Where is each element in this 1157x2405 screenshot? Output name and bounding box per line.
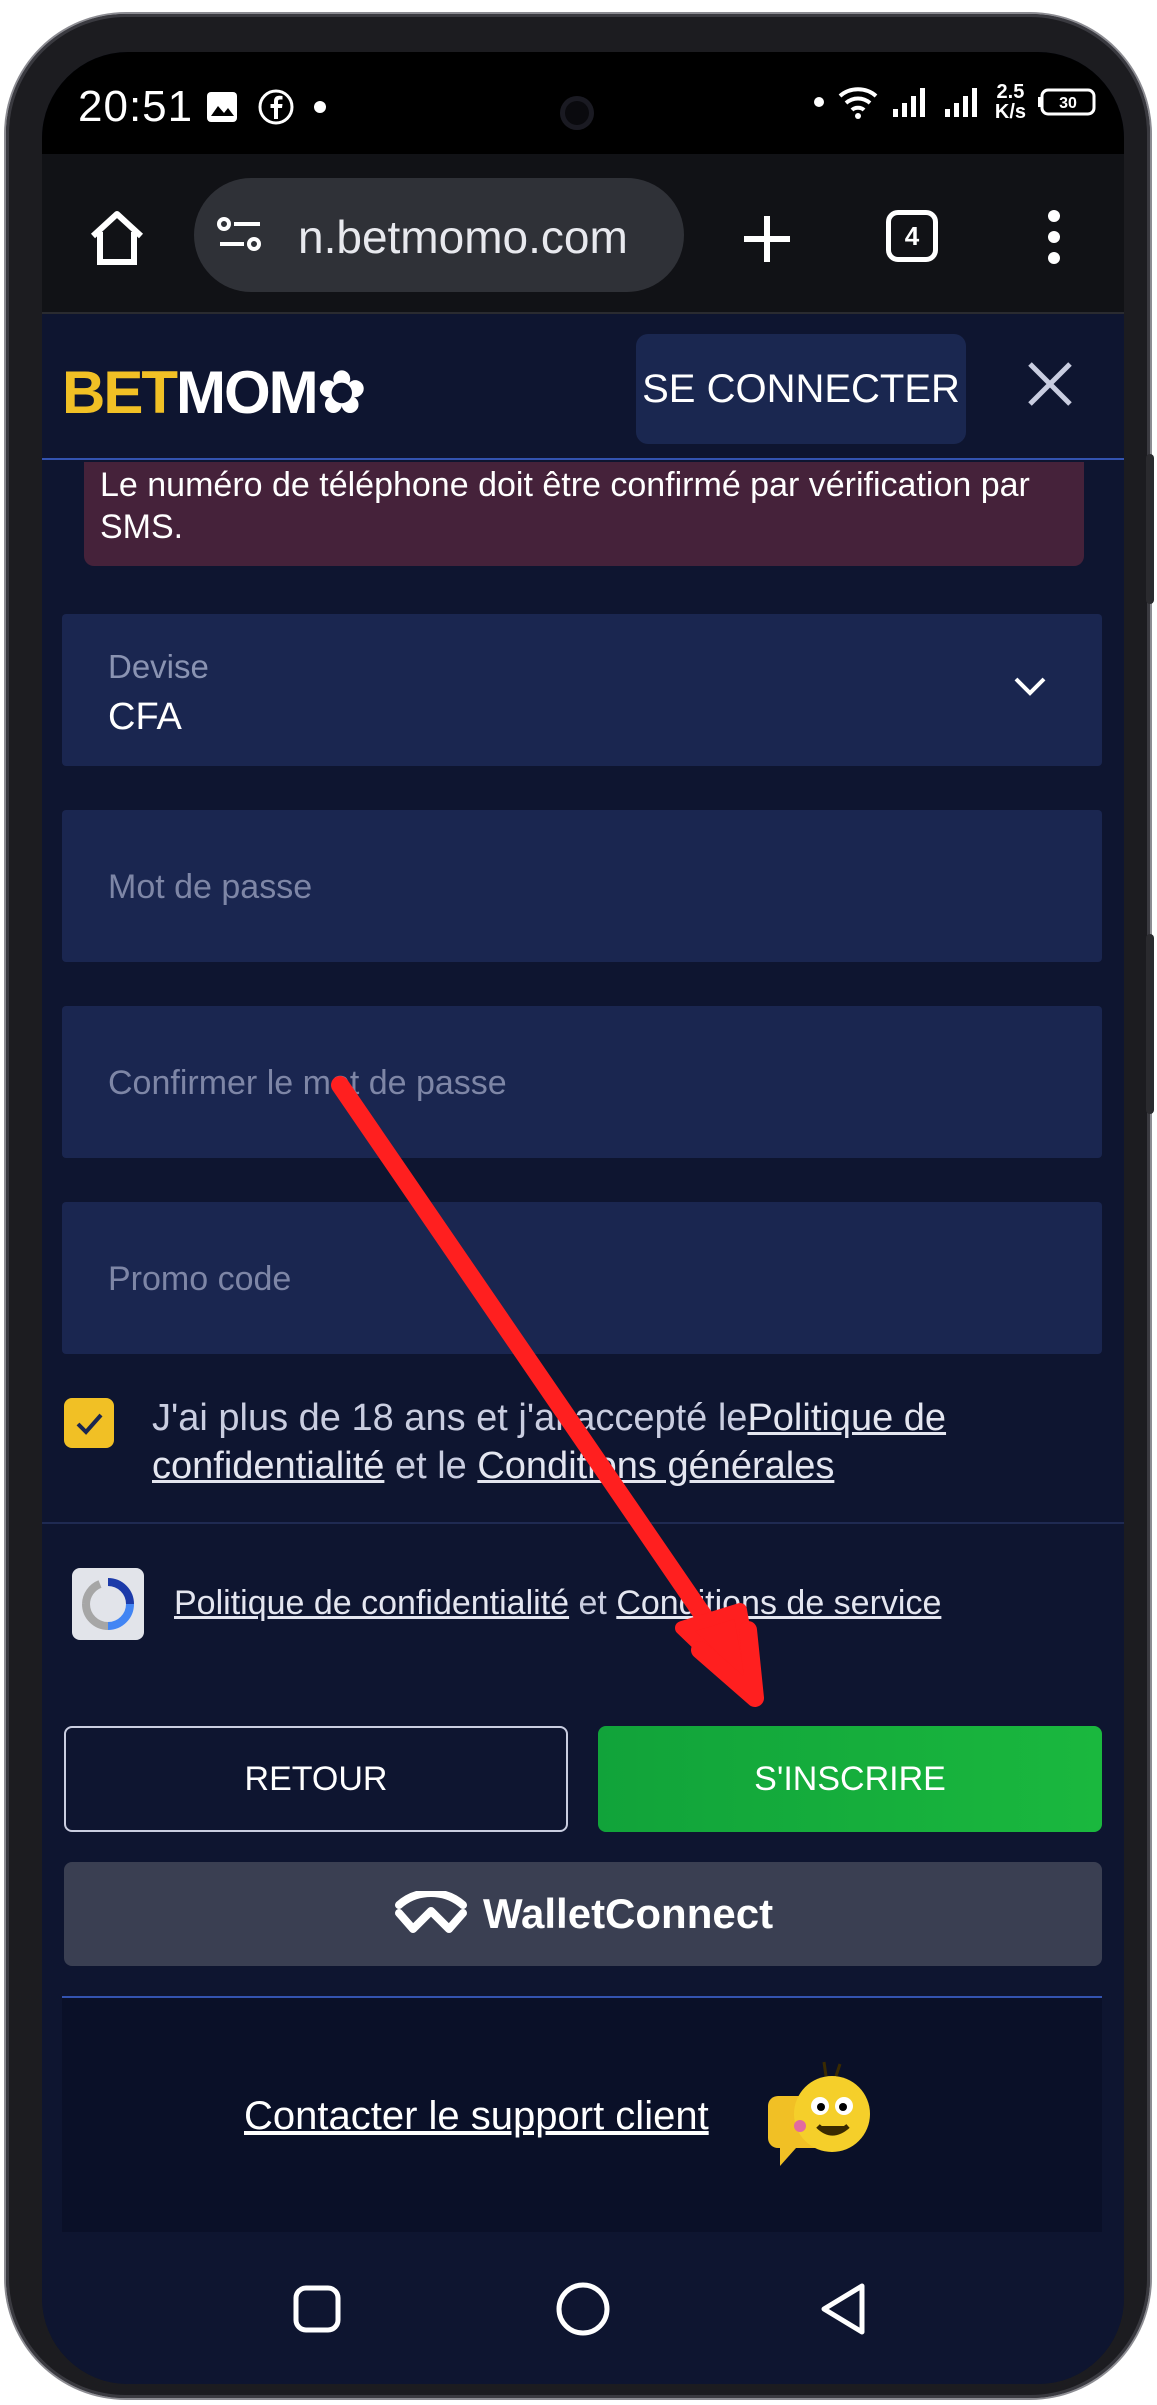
contact-support-link[interactable]: Contacter le support client [244,2094,709,2139]
support-section: Contacter le support client [62,1998,1102,2232]
status-bar: 20:51 2.5 K/s 30 [42,52,1124,154]
confirm-password-placeholder: Confirmer le mot de passe [108,1064,507,1102]
phone-frame: 20:51 2.5 K/s 30 n.betmomo.com 4 BETMOM✿… [6,14,1154,2398]
close-icon[interactable] [1024,358,1076,410]
checkmark-icon [76,1413,103,1435]
facebook-notification-icon [258,89,294,125]
browser-toolbar: n.betmomo.com 4 [42,154,1124,314]
android-nav-bar [42,2232,1124,2384]
dot-icon [813,97,824,107]
battery-icon: 30 [1038,88,1096,116]
register-button[interactable]: S'INSCRIRE [598,1726,1102,1832]
status-time: 20:51 [78,82,194,131]
recents-icon[interactable] [292,2284,342,2334]
back-button[interactable]: RETOUR [64,1726,568,1832]
recaptcha-icon [72,1568,144,1640]
terms-text: J'ai plus de 18 ans et j'ai accepté lePo… [152,1397,947,1487]
promo-code-placeholder: Promo code [108,1260,292,1298]
site-settings-icon[interactable] [216,214,264,256]
home-icon[interactable] [88,210,146,266]
confirm-password-field[interactable]: Confirmer le mot de passe [62,1006,1102,1158]
battery-level: 30 [1059,95,1077,112]
signal-icon [892,88,925,117]
terms-conditions-link[interactable]: Conditions générales [477,1445,834,1487]
terms-checkbox[interactable] [64,1398,114,1448]
sms-verification-alert: Le numéro de téléphone doit être confirm… [84,462,1084,566]
side-button [1146,454,1154,604]
walletconnect-label: WalletConnect [482,1890,774,1937]
site-header: BETMOM✿ SE CONNECTER [42,316,1124,460]
currency-label: Devise [108,648,209,685]
url-bar[interactable]: n.betmomo.com [194,178,684,292]
tab-switcher-button[interactable]: 4 [886,210,938,262]
walletconnect-icon [394,1891,467,1933]
currency-select[interactable]: Devise CFA [62,614,1102,766]
network-speed: 2.5 K/s [994,81,1026,123]
promo-code-field[interactable]: Promo code [62,1202,1102,1354]
recaptcha-privacy-link[interactable]: Politique de confidentialité [174,1584,569,1622]
password-field[interactable]: Mot de passe [62,810,1102,962]
soccer-ball-icon: ✿ [316,359,367,426]
notification-icons [205,88,327,126]
url-text[interactable]: n.betmomo.com [298,210,628,264]
divider [42,1522,1124,1524]
more-options-icon[interactable] [1046,208,1062,266]
home-button-icon[interactable] [554,2280,612,2338]
walletconnect-button[interactable]: WalletConnect [64,1862,1102,1966]
signal-icon [944,88,977,117]
new-tab-icon[interactable] [740,212,794,266]
back-icon[interactable] [818,2282,870,2336]
dot-icon [314,101,326,113]
password-placeholder: Mot de passe [108,868,313,906]
chevron-down-icon [1014,677,1046,696]
recaptcha-terms-link[interactable]: Conditions de service [616,1584,941,1622]
login-button[interactable]: SE CONNECTER [636,334,966,444]
betmomo-logo[interactable]: BETMOM✿ [62,358,367,428]
image-notification-icon [207,92,237,122]
phone-screen: 20:51 2.5 K/s 30 n.betmomo.com 4 BETMOM✿… [42,52,1124,2384]
recaptcha-text: Politique de confidentialité et Conditio… [174,1584,942,1622]
status-right-icons: 2.5 K/s 30 [813,82,1100,122]
support-mascot-icon[interactable] [766,2056,876,2176]
front-camera [560,96,594,130]
side-button [1146,934,1154,1114]
wifi-icon [838,87,878,119]
currency-value: CFA [108,696,182,738]
